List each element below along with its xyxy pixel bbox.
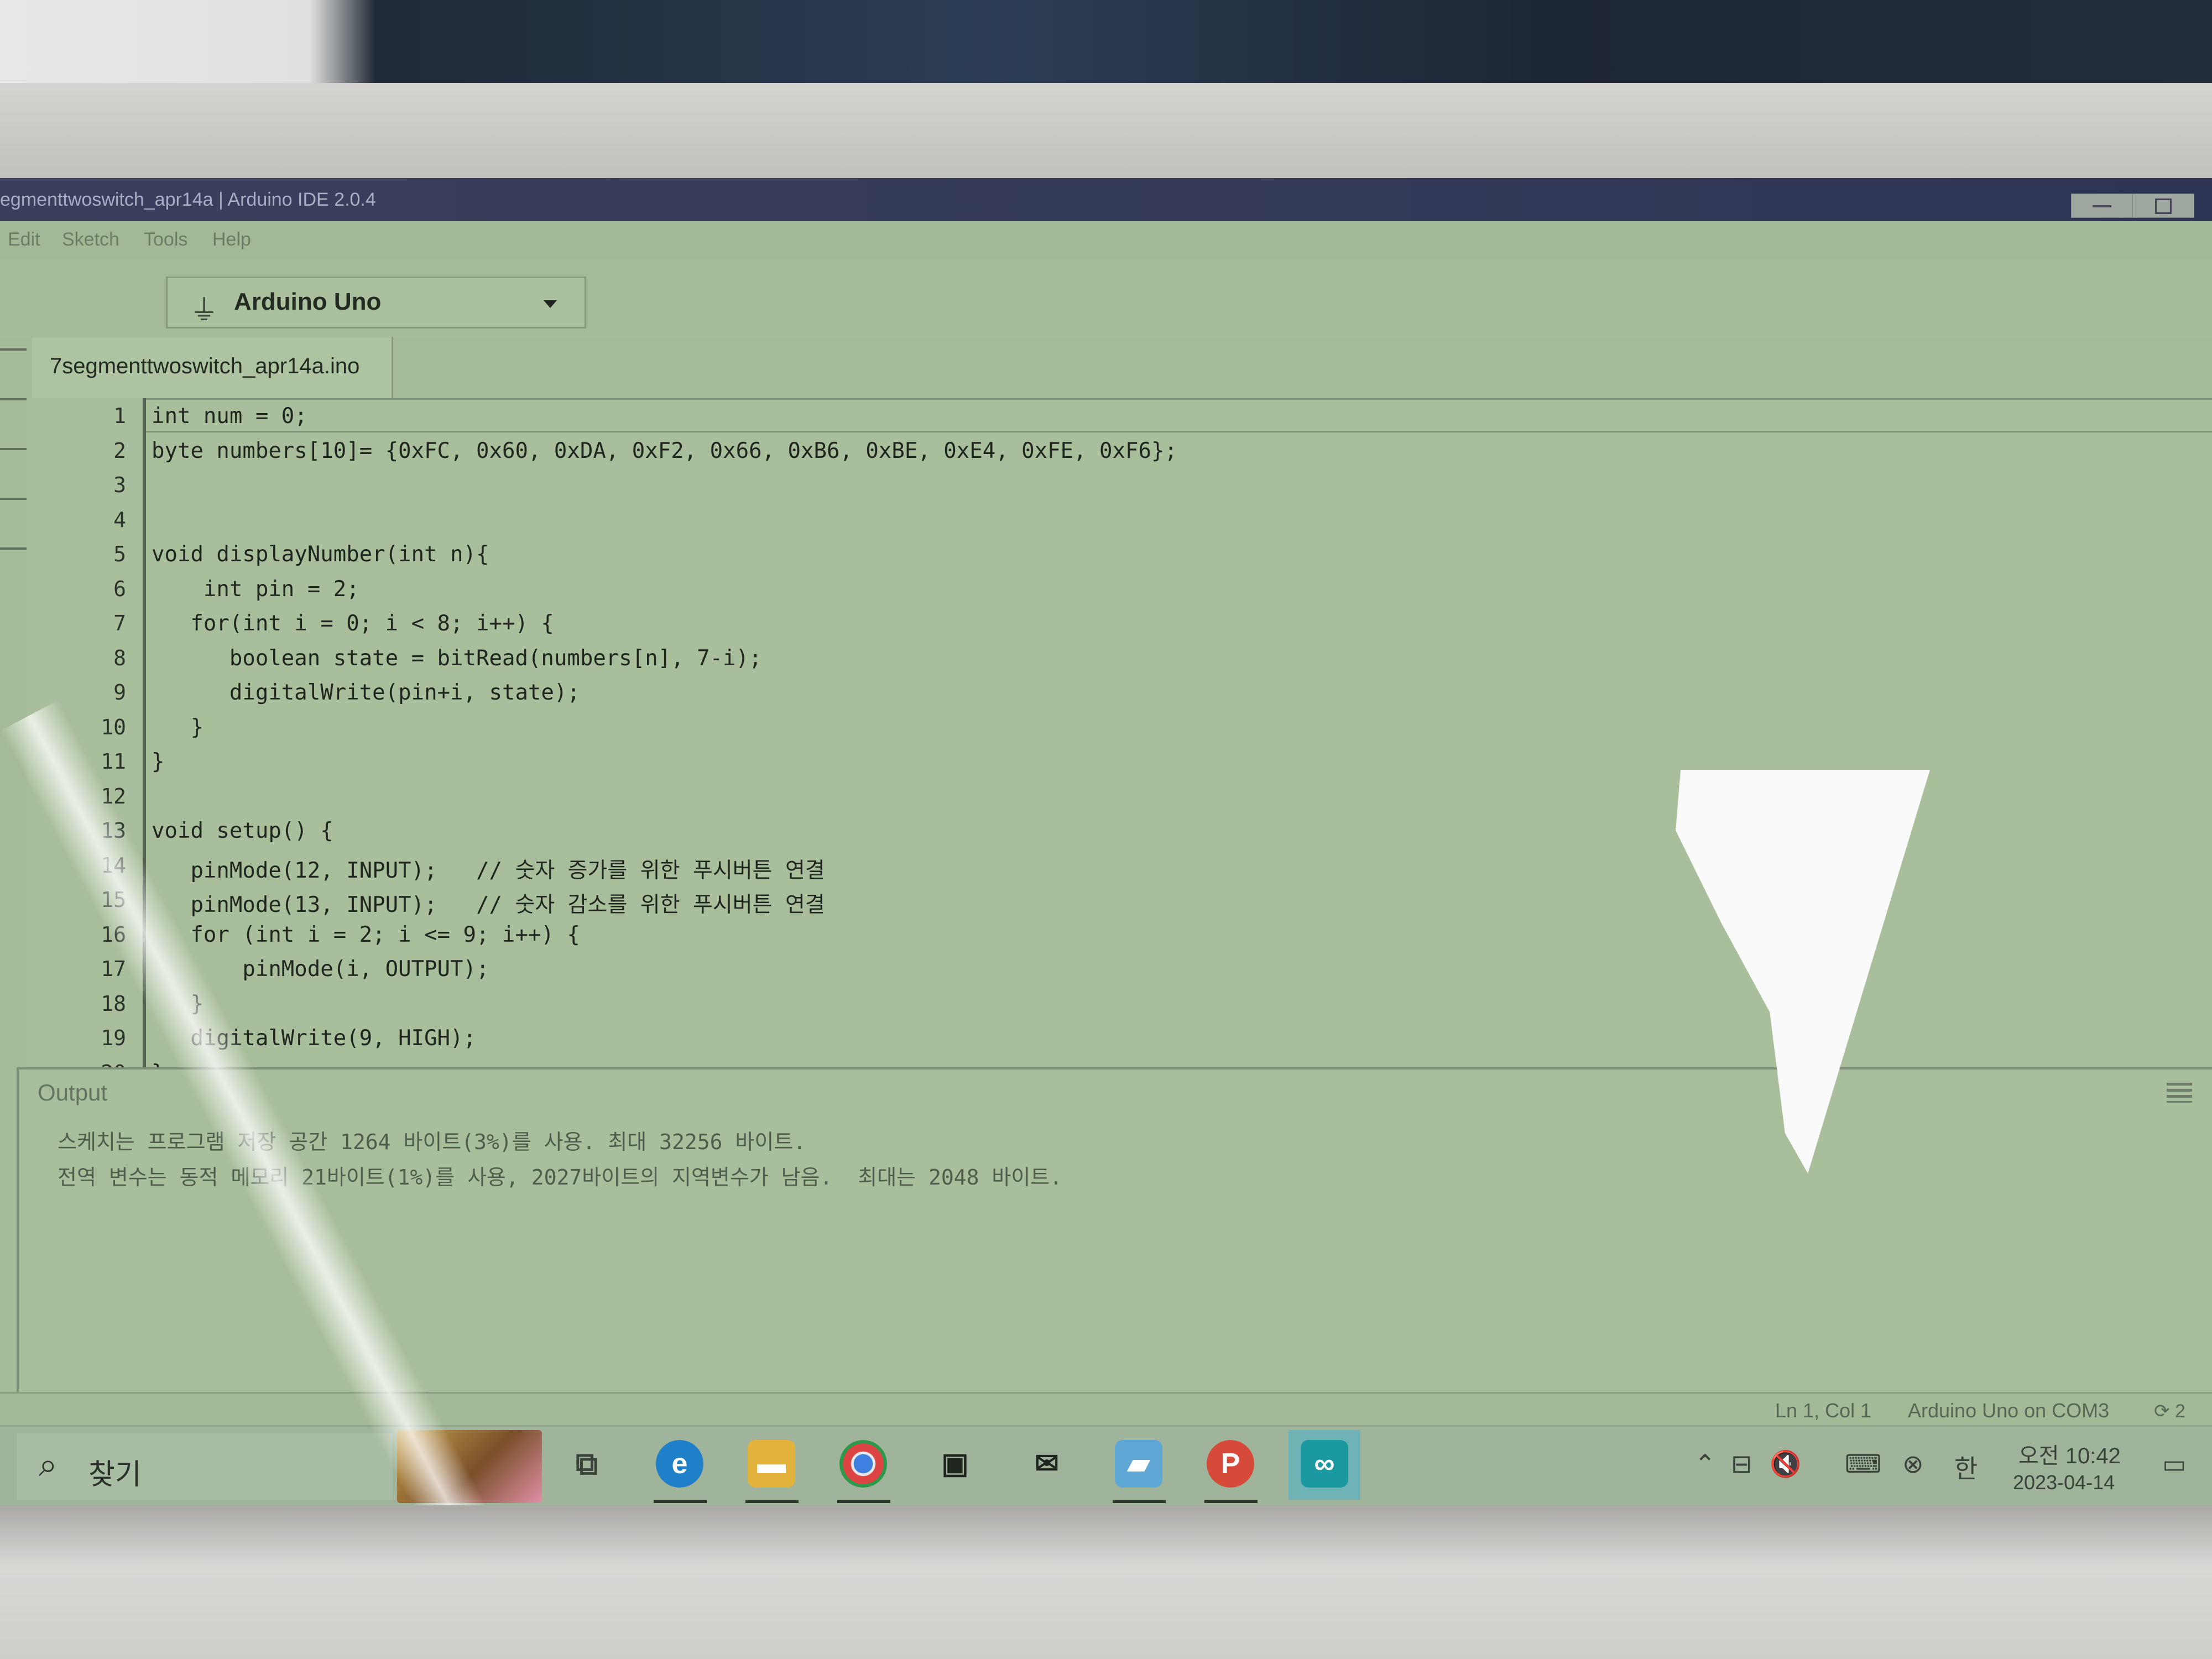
board-label: Arduino Uno (234, 288, 382, 315)
restore-icon (2155, 199, 2172, 214)
board-port-status[interactable]: Arduino Uno on COM3 (1908, 1399, 2109, 1422)
line-number: 18 (101, 991, 126, 1016)
line-number: 7 (113, 611, 126, 635)
line-number: 17 (101, 957, 126, 981)
code-line: int num = 0; (152, 404, 307, 429)
code-line: void setup() { (152, 818, 333, 843)
task-view-icon[interactable]: ⧉ (563, 1440, 611, 1488)
code-line: for (int i = 2; i <= 9; i++) { (152, 922, 580, 947)
line-number: 1 (113, 404, 126, 428)
code-editor[interactable]: 1234567891011121314151617181920 int num … (27, 398, 2212, 1086)
line-number: 9 (113, 680, 126, 705)
network-icon[interactable]: ⊟ (1731, 1449, 1752, 1479)
toolbar: ⏚ Arduino Uno (0, 260, 2212, 339)
laptop-bezel-bottom (0, 1505, 2212, 1659)
code-line: } (152, 714, 204, 740)
chrome-icon[interactable] (839, 1440, 887, 1488)
active-indicator (654, 1500, 707, 1503)
output-line: 스케치는 프로그램 저장 공간 1264 바이트(3%)를 사용. 최대 322… (58, 1130, 806, 1154)
menu-tools[interactable]: Tools (144, 229, 187, 251)
status-bar: Ln 1, Col 1 Arduino Uno on COM3 ⟳ 2 (0, 1392, 2212, 1427)
code-line: pinMode(12, INPUT); // 숫자 증가를 위한 푸시버튼 연결 (152, 858, 825, 883)
code-line: int pin = 2; (152, 576, 359, 602)
menu-edit[interactable]: Edit (8, 229, 40, 251)
menu-help[interactable]: Help (212, 229, 251, 251)
active-indicator (1204, 1500, 1258, 1503)
line-number: 5 (113, 542, 126, 566)
code-line: byte numbers[10]= {0xFC, 0x60, 0xDA, 0xF… (152, 438, 1177, 463)
sidebar-boards-icon[interactable] (0, 398, 27, 400)
active-indicator (1113, 1500, 1166, 1503)
sidebar-search-icon[interactable] (0, 547, 27, 550)
search-label: 찾기 (88, 1459, 142, 1491)
code-line: boolean state = bitRead(numbers[n], 7-i)… (152, 645, 762, 671)
laptop-screen: egmenttwoswitch_apr14a | Arduino IDE 2.0… (0, 178, 2212, 1505)
notification-count: 2 (2174, 1401, 2185, 1422)
line-number: 8 (113, 645, 126, 670)
code-line: for(int i = 0; i < 8; i++) { (152, 611, 554, 636)
sidebar-library-icon[interactable] (0, 448, 27, 450)
restore-button[interactable] (2132, 194, 2194, 218)
powerpoint-icon[interactable]: P (1207, 1440, 1254, 1488)
background-room (0, 0, 2212, 88)
notepad-icon[interactable]: ▰ (1115, 1440, 1162, 1488)
minimize-button[interactable] (2071, 194, 2133, 218)
mail-icon[interactable]: ✉ (1023, 1440, 1071, 1488)
line-number: 6 (113, 576, 126, 601)
line-number: 3 (113, 473, 126, 497)
clock-date[interactable]: 2023-04-14 (2013, 1471, 2115, 1494)
active-indicator (745, 1500, 799, 1503)
menu-sketch[interactable]: Sketch (62, 229, 119, 251)
line-number: 19 (101, 1026, 126, 1050)
line-number: 2 (113, 438, 126, 463)
keyboard-icon[interactable]: ⌨ (1845, 1449, 1881, 1479)
menu-bar: Edit Sketch Tools Help (0, 221, 2212, 260)
windows-taskbar: ⌕ 찾기 ⧉ e ▬ ▣ ✉ ▰ P ∞ ⌃ ⊟ 🔇 ⌨ ⊗ 한 오전 10:4… (0, 1425, 2212, 1505)
search-icon: ⌕ (39, 1446, 58, 1483)
window-titlebar: egmenttwoswitch_apr14a | Arduino IDE 2.0… (0, 178, 2212, 221)
active-indicator (837, 1500, 890, 1503)
ime-indicator[interactable]: 한 (1954, 1449, 1978, 1485)
chevron-down-icon (544, 300, 557, 308)
board-selector[interactable]: ⏚ Arduino Uno (166, 276, 586, 328)
store-icon[interactable]: ▣ (931, 1440, 979, 1488)
tab-label: 7segmenttwoswitch_apr14a.ino (50, 354, 360, 378)
file-explorer-icon[interactable]: ▬ (748, 1440, 795, 1488)
laptop-bezel-top (0, 83, 2212, 225)
output-title: Output (38, 1079, 108, 1105)
minimize-icon (2093, 205, 2111, 207)
window-title: egmenttwoswitch_apr14a | Arduino IDE 2.0… (0, 189, 376, 210)
output-line: 전역 변수는 동적 메모리 21바이트(1%)를 사용, 2027바이트의 지역… (58, 1165, 1063, 1190)
notification-icon[interactable]: ⟳ 2 (2154, 1400, 2185, 1422)
clock-time[interactable]: 오전 10:42 (2018, 1438, 2121, 1470)
sidebar-debug-icon[interactable] (0, 498, 27, 500)
taskbar-search[interactable]: ⌕ 찾기 (17, 1433, 393, 1500)
sidebar-sketchbook-icon[interactable] (0, 348, 27, 351)
line-number: 4 (113, 507, 126, 532)
edge-icon[interactable]: e (656, 1440, 703, 1488)
code-line: } (152, 749, 165, 774)
close-circle-icon[interactable]: ⊗ (1902, 1449, 1924, 1479)
editor-tab-bar: 7segmenttwoswitch_apr14a.ino (27, 337, 2212, 400)
notification-center-icon[interactable]: ▭ (2162, 1449, 2186, 1479)
cursor-position: Ln 1, Col 1 (1775, 1399, 1872, 1422)
usb-icon: ⏚ (190, 295, 219, 327)
clear-output-icon[interactable] (2167, 1083, 2192, 1103)
code-line: pinMode(13, INPUT); // 숫자 감소를 위한 푸시버튼 연결 (152, 893, 825, 917)
volume-muted-icon[interactable]: 🔇 (1770, 1449, 1801, 1479)
code-line: void displayNumber(int n){ (152, 542, 489, 567)
code-line: digitalWrite(pin+i, state); (152, 680, 580, 705)
arduino-icon[interactable]: ∞ (1301, 1440, 1348, 1488)
current-line-highlight (146, 398, 2212, 432)
tray-chevron-up-icon[interactable]: ⌃ (1694, 1449, 1716, 1479)
tab-sketch-file[interactable]: 7segmenttwoswitch_apr14a.ino (32, 337, 393, 398)
